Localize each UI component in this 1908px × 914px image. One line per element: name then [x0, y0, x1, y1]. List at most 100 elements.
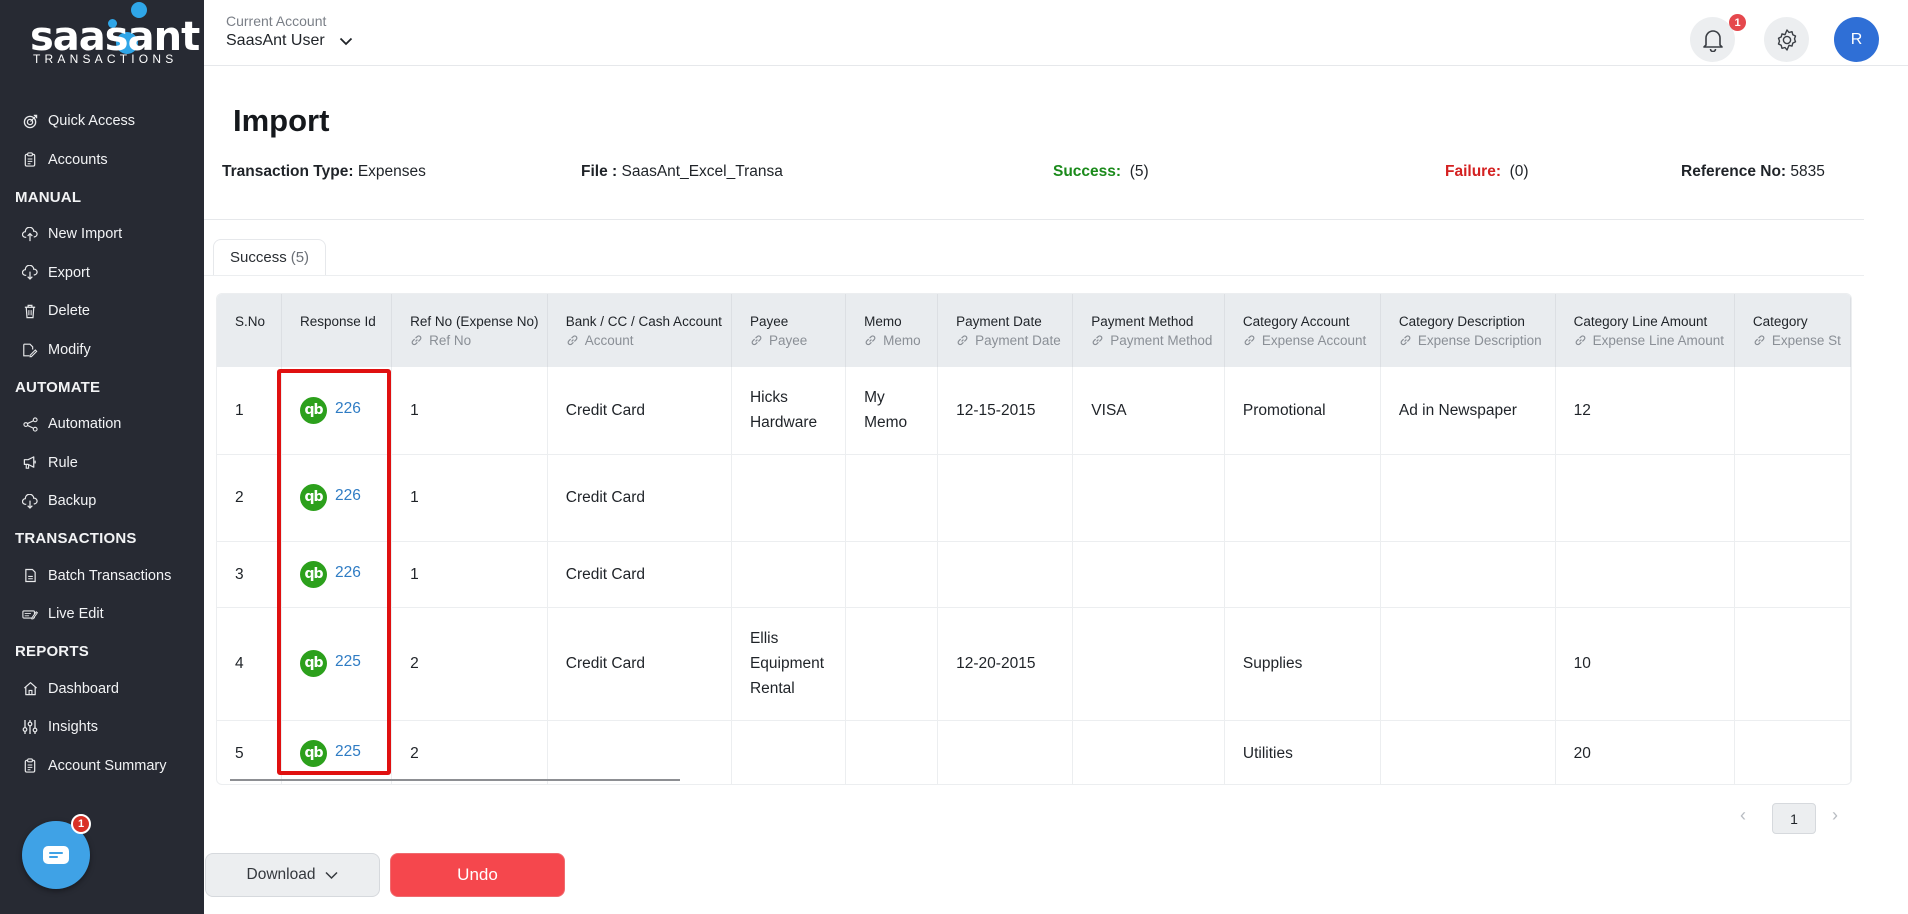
sidebar-section-automate: AUTOMATE: [15, 378, 101, 396]
file-name: SaasAnt_Excel_Transa: [621, 163, 783, 180]
sidebar-item-label: Dashboard: [48, 680, 119, 697]
sidebar-item-automation[interactable]: Automation: [0, 405, 204, 444]
pagination-next-button[interactable]: ›: [1832, 805, 1838, 826]
results-table-container[interactable]: S.No Response Id Ref No (Expense No) Ref No…: [216, 293, 1852, 785]
cell-response-id: qb 226: [281, 541, 393, 608]
sidebar-section-transactions: TRANSACTIONS: [15, 530, 137, 547]
file-info: File : SaasAnt_Excel_Transa: [581, 163, 783, 181]
sidebar-item-label: Backup: [48, 493, 97, 510]
column-mapped-field: Expense Account: [1261, 332, 1367, 348]
column-title: Category Line Amount: [1573, 314, 1708, 329]
cell-category-extra: [1734, 607, 1851, 721]
cell-line-amount: [1555, 541, 1735, 608]
sidebar-item-live-edit[interactable]: Live Edit: [0, 595, 204, 634]
sidebar-item-export[interactable]: Export: [0, 254, 204, 293]
sliders-icon: [22, 719, 38, 735]
account-name: SaasAnt User: [226, 32, 325, 49]
cell-account: Credit Card: [547, 367, 732, 455]
cloud-download-icon: [22, 265, 38, 281]
sidebar-item-modify[interactable]: Modify: [0, 331, 204, 370]
sidebar-item-batch-transactions[interactable]: Batch Transactions: [0, 557, 204, 596]
download-label: Download: [246, 866, 316, 883]
column-title: Payee: [749, 314, 789, 329]
cell-category-extra: [1734, 541, 1851, 608]
chevron-down-icon: [325, 871, 338, 879]
column-title: Ref No (Expense No): [410, 314, 539, 329]
response-id-link[interactable]: 225: [335, 739, 361, 764]
tab-success[interactable]: Success (5): [213, 239, 327, 275]
reference-number: Reference No: 5835: [1681, 163, 1825, 181]
undo-button[interactable]: Undo: [390, 853, 565, 897]
sidebar-item-label: Accounts: [48, 151, 108, 168]
sidebar-item-dashboard[interactable]: Dashboard: [0, 670, 204, 709]
bell-icon: [1702, 29, 1723, 52]
sidebar-item-quick-access[interactable]: Quick Access: [0, 102, 204, 141]
cell-memo: [845, 607, 939, 721]
cell-payment-method: [1072, 541, 1225, 608]
column-header: Payment Method Payment Method: [1072, 294, 1225, 367]
cell-sno: 5: [217, 720, 282, 784]
column-mapped-field: Account: [584, 332, 634, 348]
response-id-link[interactable]: 225: [335, 649, 361, 674]
cell-payment-method: [1072, 454, 1225, 542]
cell-category-extra: [1734, 720, 1851, 784]
sidebar-item-label: Automation: [48, 416, 122, 433]
table-row: 2 qb 226 1 Credit Card: [217, 454, 1851, 542]
horizontal-scrollbar[interactable]: [230, 779, 680, 781]
column-mapped-field: Expense St: [1771, 332, 1841, 348]
cell-payment-method: VISA: [1072, 367, 1225, 455]
sidebar-item-label: Live Edit: [48, 606, 104, 623]
reference-value: 5835: [1790, 163, 1825, 180]
link-icon: [750, 334, 763, 353]
cell-sno: 3: [217, 541, 282, 608]
sidebar-item-delete[interactable]: Delete: [0, 292, 204, 331]
table-row: 5 qb 225 2 Utilities 20: [217, 720, 1851, 784]
cell-account: Credit Card: [547, 454, 732, 542]
quickbooks-logo-icon: qb: [300, 396, 327, 424]
column-title: Category Description: [1398, 314, 1525, 329]
cell-memo: [845, 720, 939, 784]
cell-ref-no: 1: [391, 454, 548, 542]
response-id-link[interactable]: 226: [335, 483, 361, 508]
settings-button[interactable]: [1764, 17, 1809, 62]
column-title: Category Account: [1242, 314, 1350, 329]
download-button[interactable]: Download: [205, 853, 380, 897]
topbar: Current Account SaasAnt User: [204, 0, 1908, 66]
sidebar-item-new-import[interactable]: New Import: [0, 215, 204, 254]
cell-category-description: [1380, 541, 1556, 608]
cell-line-amount: 12: [1555, 367, 1735, 455]
response-id-link[interactable]: 226: [335, 396, 361, 421]
cell-category-description: [1380, 454, 1556, 542]
cell-account: Credit Card: [547, 541, 732, 608]
pagination-prev-button[interactable]: ‹: [1740, 805, 1746, 826]
sidebar-item-accounts[interactable]: Accounts: [0, 141, 204, 180]
cell-category-description: [1380, 720, 1556, 784]
pagination-page-1[interactable]: 1: [1772, 803, 1816, 834]
link-icon: [864, 334, 877, 353]
sidebar-nav: Quick Access Accounts MANUAL New Import Expo…: [0, 102, 204, 785]
cell-category-account: Utilities: [1224, 720, 1381, 784]
cell-payee: [731, 454, 847, 542]
cell-response-id: qb 225: [281, 607, 393, 721]
saasant-logo[interactable]: saasant TRANSACTIONS: [30, 2, 200, 66]
link-icon: [956, 334, 969, 353]
table-body: 1 qb 226 1 Credit Card Hicks Hardware My Memo 1…: [217, 367, 1851, 784]
account-switcher[interactable]: SaasAnt User: [226, 32, 353, 50]
user-avatar[interactable]: R: [1834, 17, 1879, 62]
sidebar-item-rule[interactable]: Rule: [0, 444, 204, 483]
column-title: Category: [1752, 314, 1808, 329]
sidebar-item-backup[interactable]: Backup: [0, 482, 204, 521]
header-divider: [204, 219, 1864, 220]
link-icon: [1243, 334, 1256, 353]
sidebar-item-label: Quick Access: [48, 113, 136, 130]
cell-category-account: Supplies: [1224, 607, 1381, 721]
sidebar-item-label: Rule: [48, 454, 78, 471]
home-icon: [22, 681, 38, 697]
column-header: Category Expense St: [1734, 294, 1851, 367]
sidebar-item-account-summary[interactable]: Account Summary: [0, 747, 204, 786]
cell-payee: [731, 720, 847, 784]
sidebar-item-insights[interactable]: Insights: [0, 708, 204, 747]
column-title: Memo: [864, 314, 902, 329]
response-id-link[interactable]: 226: [335, 560, 361, 585]
column-title: Response Id: [300, 314, 376, 329]
